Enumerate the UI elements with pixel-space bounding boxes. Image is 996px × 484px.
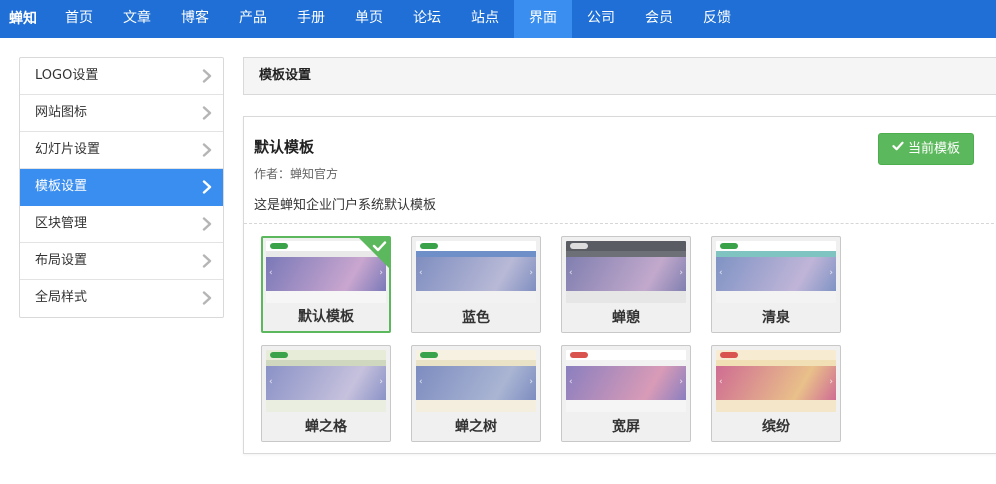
nav-item[interactable]: 首页 — [50, 0, 108, 38]
slide-prev-icon: ‹ — [719, 377, 723, 387]
divider — [244, 223, 996, 224]
slide-prev-icon: ‹ — [269, 377, 273, 387]
slide-next-icon: › — [379, 377, 383, 387]
slide-prev-icon: ‹ — [269, 268, 273, 278]
theme-name: 清泉 — [712, 304, 840, 332]
theme-preview-image: ‹ › — [416, 241, 536, 303]
slide-next-icon: › — [829, 377, 833, 387]
theme-name: 宽屏 — [562, 413, 690, 441]
nav-item[interactable]: 会员 — [630, 0, 688, 38]
theme-card[interactable]: ‹ › 蝉之树 — [411, 345, 541, 442]
slide-next-icon: › — [679, 377, 683, 387]
section-title: 模板设置 — [243, 57, 996, 95]
theme-name: 默认模板 — [263, 303, 389, 331]
theme-card[interactable]: ‹ › 蝉之格 — [261, 345, 391, 442]
top-navbar: 蝉知 首页 文章 博客 产品 手册 单页 论坛 站点 界面 公司 会员 反馈 — [0, 0, 996, 38]
slide-prev-icon: ‹ — [569, 268, 573, 278]
chevron-right-icon — [201, 254, 213, 268]
theme-preview-image: ‹ › — [266, 350, 386, 412]
template-panel: 默认模板 作者：蝉知官方 这是蝉知企业门户系统默认模板 当前模板 ‹ › 默认模板 ‹… — [243, 116, 996, 454]
nav-item[interactable]: 产品 — [224, 0, 282, 38]
template-author: 作者：蝉知官方 — [254, 167, 339, 181]
template-title: 默认模板 — [254, 138, 315, 156]
theme-name: 蝉之格 — [262, 413, 390, 441]
slide-prev-icon: ‹ — [719, 268, 723, 278]
sidebar-item[interactable]: 全局样式 — [20, 280, 223, 317]
sidebar-item[interactable]: 模板设置 — [20, 169, 223, 206]
theme-card[interactable]: ‹ › 蝉憩 — [561, 236, 691, 333]
sidebar-item-label: 布局设置 — [35, 253, 88, 268]
theme-card[interactable]: ‹ › 默认模板 — [261, 236, 391, 333]
sidebar-item-label: 模板设置 — [35, 179, 88, 194]
check-icon — [892, 134, 904, 164]
template-description: 这是蝉知企业门户系统默认模板 — [254, 198, 437, 213]
sidebar-item[interactable]: 区块管理 — [20, 206, 223, 243]
theme-name: 缤纷 — [712, 413, 840, 441]
sidebar-item[interactable]: 幻灯片设置 — [20, 132, 223, 169]
slide-prev-icon: ‹ — [419, 377, 423, 387]
nav-item[interactable]: 博客 — [166, 0, 224, 38]
theme-card[interactable]: ‹ › 清泉 — [711, 236, 841, 333]
slide-prev-icon: ‹ — [569, 377, 573, 387]
nav-item[interactable]: 反馈 — [688, 0, 746, 38]
theme-name: 蝉憩 — [562, 304, 690, 332]
brand-logo[interactable]: 蝉知 — [0, 0, 50, 38]
sidebar-item[interactable]: LOGO设置 — [20, 58, 223, 95]
theme-preview-image: ‹ › — [566, 350, 686, 412]
current-template-button[interactable]: 当前模板 — [878, 133, 974, 165]
settings-sidebar: LOGO设置 网站图标幻灯片设置模板设置区块管理布局设置全局样式 — [19, 57, 224, 318]
nav-item[interactable]: 公司 — [572, 0, 630, 38]
theme-card[interactable]: ‹ › 蓝色 — [411, 236, 541, 333]
slide-next-icon: › — [529, 377, 533, 387]
sidebar-item[interactable]: 布局设置 — [20, 243, 223, 280]
theme-preview-image: ‹ › — [416, 350, 536, 412]
theme-name: 蝉之树 — [412, 413, 540, 441]
sidebar-item-label: 区块管理 — [35, 216, 88, 231]
theme-preview-image: ‹ › — [716, 241, 836, 303]
nav-item[interactable]: 单页 — [340, 0, 398, 38]
nav-item[interactable]: 文章 — [108, 0, 166, 38]
theme-card[interactable]: ‹ › 宽屏 — [561, 345, 691, 442]
sidebar-item-label: 网站图标 — [35, 105, 88, 120]
chevron-right-icon — [201, 143, 213, 157]
sidebar-item[interactable]: 网站图标 — [20, 95, 223, 132]
chevron-right-icon — [201, 180, 213, 194]
nav-menu: 首页 文章 博客 产品 手册 单页 论坛 站点 界面 公司 会员 反馈 — [50, 0, 746, 38]
theme-name: 蓝色 — [412, 304, 540, 332]
chevron-right-icon — [201, 217, 213, 231]
chevron-right-icon — [201, 106, 213, 120]
theme-card[interactable]: ‹ › 缤纷 — [711, 345, 841, 442]
sidebar-item-label: 幻灯片设置 — [35, 142, 101, 157]
slide-next-icon: › — [829, 268, 833, 278]
nav-item[interactable]: 论坛 — [398, 0, 456, 38]
slide-next-icon: › — [679, 268, 683, 278]
sidebar-item-label: LOGO设置 — [35, 68, 99, 83]
slide-prev-icon: ‹ — [419, 268, 423, 278]
selected-check-icon — [359, 238, 389, 268]
theme-preview-image: ‹ › — [716, 350, 836, 412]
chevron-right-icon — [201, 69, 213, 83]
theme-preview-image: ‹ › — [566, 241, 686, 303]
current-template-label: 当前模板 — [907, 141, 960, 157]
sidebar-item-label: 全局样式 — [35, 290, 88, 305]
chevron-right-icon — [201, 291, 213, 305]
slide-next-icon: › — [379, 268, 383, 278]
slide-next-icon: › — [529, 268, 533, 278]
nav-item[interactable]: 界面 — [514, 0, 572, 38]
nav-item[interactable]: 手册 — [282, 0, 340, 38]
nav-item[interactable]: 站点 — [456, 0, 514, 38]
